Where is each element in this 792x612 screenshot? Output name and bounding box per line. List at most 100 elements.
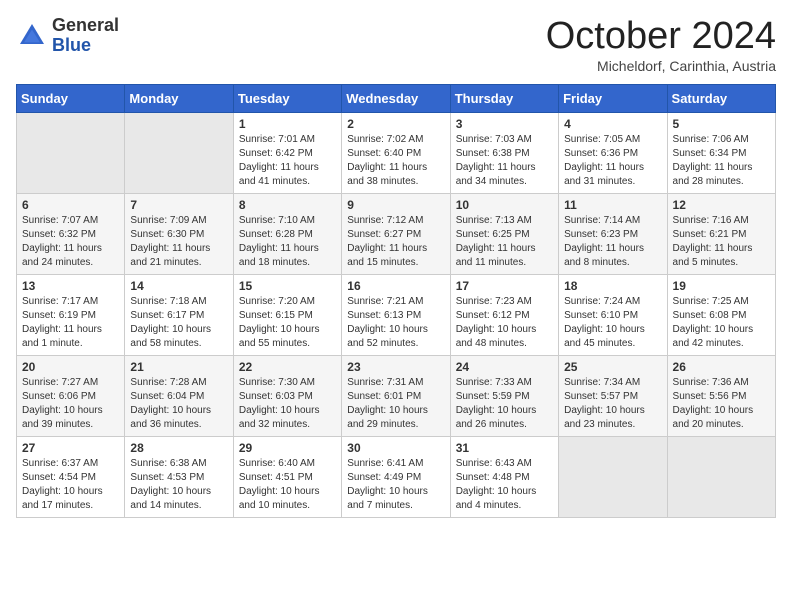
weekday-header: Wednesday [342, 84, 450, 112]
month-title: October 2024 [546, 16, 776, 58]
day-info: Sunrise: 6:43 AM Sunset: 4:48 PM Dayligh… [456, 457, 553, 513]
day-info: Sunrise: 7:09 AM Sunset: 6:30 PM Dayligh… [130, 214, 227, 270]
day-number: 2 [347, 117, 444, 131]
day-number: 1 [239, 117, 336, 131]
calendar-cell: 14 Sunrise: 7:18 AM Sunset: 6:17 PM Dayl… [125, 274, 233, 355]
day-info: Sunrise: 7:36 AM Sunset: 5:56 PM Dayligh… [673, 376, 770, 432]
calendar-cell [559, 436, 667, 517]
day-number: 25 [564, 360, 661, 374]
day-info: Sunrise: 6:40 AM Sunset: 4:51 PM Dayligh… [239, 457, 336, 513]
logo: General Blue [16, 16, 119, 56]
calendar-week-row: 13 Sunrise: 7:17 AM Sunset: 6:19 PM Dayl… [17, 274, 776, 355]
day-number: 12 [673, 198, 770, 212]
day-info: Sunrise: 7:05 AM Sunset: 6:36 PM Dayligh… [564, 133, 661, 189]
calendar-cell: 10 Sunrise: 7:13 AM Sunset: 6:25 PM Dayl… [450, 193, 558, 274]
calendar-cell: 23 Sunrise: 7:31 AM Sunset: 6:01 PM Dayl… [342, 355, 450, 436]
day-info: Sunrise: 7:18 AM Sunset: 6:17 PM Dayligh… [130, 295, 227, 351]
day-number: 29 [239, 441, 336, 455]
calendar-cell [667, 436, 775, 517]
day-info: Sunrise: 7:27 AM Sunset: 6:06 PM Dayligh… [22, 376, 119, 432]
calendar-cell: 7 Sunrise: 7:09 AM Sunset: 6:30 PM Dayli… [125, 193, 233, 274]
day-number: 4 [564, 117, 661, 131]
calendar-cell: 1 Sunrise: 7:01 AM Sunset: 6:42 PM Dayli… [233, 112, 341, 193]
day-info: Sunrise: 7:13 AM Sunset: 6:25 PM Dayligh… [456, 214, 553, 270]
day-number: 16 [347, 279, 444, 293]
day-number: 19 [673, 279, 770, 293]
day-number: 6 [22, 198, 119, 212]
day-info: Sunrise: 7:28 AM Sunset: 6:04 PM Dayligh… [130, 376, 227, 432]
day-number: 30 [347, 441, 444, 455]
day-number: 3 [456, 117, 553, 131]
day-number: 23 [347, 360, 444, 374]
day-number: 31 [456, 441, 553, 455]
calendar-week-row: 1 Sunrise: 7:01 AM Sunset: 6:42 PM Dayli… [17, 112, 776, 193]
day-number: 8 [239, 198, 336, 212]
day-info: Sunrise: 7:31 AM Sunset: 6:01 PM Dayligh… [347, 376, 444, 432]
weekday-header: Monday [125, 84, 233, 112]
calendar-cell: 11 Sunrise: 7:14 AM Sunset: 6:23 PM Dayl… [559, 193, 667, 274]
calendar-cell: 15 Sunrise: 7:20 AM Sunset: 6:15 PM Dayl… [233, 274, 341, 355]
day-number: 15 [239, 279, 336, 293]
logo-text: General Blue [52, 16, 119, 56]
calendar-cell [125, 112, 233, 193]
day-info: Sunrise: 7:03 AM Sunset: 6:38 PM Dayligh… [456, 133, 553, 189]
calendar-cell: 27 Sunrise: 6:37 AM Sunset: 4:54 PM Dayl… [17, 436, 125, 517]
day-number: 24 [456, 360, 553, 374]
calendar-cell: 13 Sunrise: 7:17 AM Sunset: 6:19 PM Dayl… [17, 274, 125, 355]
day-info: Sunrise: 7:34 AM Sunset: 5:57 PM Dayligh… [564, 376, 661, 432]
calendar-cell: 5 Sunrise: 7:06 AM Sunset: 6:34 PM Dayli… [667, 112, 775, 193]
day-info: Sunrise: 7:10 AM Sunset: 6:28 PM Dayligh… [239, 214, 336, 270]
day-info: Sunrise: 7:02 AM Sunset: 6:40 PM Dayligh… [347, 133, 444, 189]
calendar-cell: 26 Sunrise: 7:36 AM Sunset: 5:56 PM Dayl… [667, 355, 775, 436]
calendar-cell: 21 Sunrise: 7:28 AM Sunset: 6:04 PM Dayl… [125, 355, 233, 436]
day-number: 22 [239, 360, 336, 374]
calendar-cell: 17 Sunrise: 7:23 AM Sunset: 6:12 PM Dayl… [450, 274, 558, 355]
day-info: Sunrise: 7:25 AM Sunset: 6:08 PM Dayligh… [673, 295, 770, 351]
day-number: 13 [22, 279, 119, 293]
calendar-cell: 18 Sunrise: 7:24 AM Sunset: 6:10 PM Dayl… [559, 274, 667, 355]
day-number: 11 [564, 198, 661, 212]
day-info: Sunrise: 7:17 AM Sunset: 6:19 PM Dayligh… [22, 295, 119, 351]
day-number: 18 [564, 279, 661, 293]
day-number: 28 [130, 441, 227, 455]
calendar-cell: 24 Sunrise: 7:33 AM Sunset: 5:59 PM Dayl… [450, 355, 558, 436]
day-info: Sunrise: 6:37 AM Sunset: 4:54 PM Dayligh… [22, 457, 119, 513]
weekday-header: Tuesday [233, 84, 341, 112]
page-header: General Blue October 2024 Micheldorf, Ca… [16, 16, 776, 74]
calendar-cell: 16 Sunrise: 7:21 AM Sunset: 6:13 PM Dayl… [342, 274, 450, 355]
day-info: Sunrise: 7:06 AM Sunset: 6:34 PM Dayligh… [673, 133, 770, 189]
day-info: Sunrise: 7:16 AM Sunset: 6:21 PM Dayligh… [673, 214, 770, 270]
day-info: Sunrise: 7:33 AM Sunset: 5:59 PM Dayligh… [456, 376, 553, 432]
day-number: 17 [456, 279, 553, 293]
day-number: 5 [673, 117, 770, 131]
calendar-cell: 12 Sunrise: 7:16 AM Sunset: 6:21 PM Dayl… [667, 193, 775, 274]
calendar-cell: 30 Sunrise: 6:41 AM Sunset: 4:49 PM Dayl… [342, 436, 450, 517]
day-number: 26 [673, 360, 770, 374]
calendar-cell: 19 Sunrise: 7:25 AM Sunset: 6:08 PM Dayl… [667, 274, 775, 355]
calendar-cell: 2 Sunrise: 7:02 AM Sunset: 6:40 PM Dayli… [342, 112, 450, 193]
logo-icon [16, 20, 48, 52]
day-number: 7 [130, 198, 227, 212]
weekday-header: Sunday [17, 84, 125, 112]
calendar-cell: 4 Sunrise: 7:05 AM Sunset: 6:36 PM Dayli… [559, 112, 667, 193]
calendar-cell: 25 Sunrise: 7:34 AM Sunset: 5:57 PM Dayl… [559, 355, 667, 436]
calendar-cell: 31 Sunrise: 6:43 AM Sunset: 4:48 PM Dayl… [450, 436, 558, 517]
day-number: 9 [347, 198, 444, 212]
calendar-header-row: SundayMondayTuesdayWednesdayThursdayFrid… [17, 84, 776, 112]
day-number: 20 [22, 360, 119, 374]
calendar-cell: 20 Sunrise: 7:27 AM Sunset: 6:06 PM Dayl… [17, 355, 125, 436]
calendar-cell: 9 Sunrise: 7:12 AM Sunset: 6:27 PM Dayli… [342, 193, 450, 274]
day-number: 27 [22, 441, 119, 455]
day-info: Sunrise: 7:21 AM Sunset: 6:13 PM Dayligh… [347, 295, 444, 351]
day-info: Sunrise: 7:07 AM Sunset: 6:32 PM Dayligh… [22, 214, 119, 270]
location-subtitle: Micheldorf, Carinthia, Austria [546, 58, 776, 74]
calendar-week-row: 27 Sunrise: 6:37 AM Sunset: 4:54 PM Dayl… [17, 436, 776, 517]
calendar-cell: 6 Sunrise: 7:07 AM Sunset: 6:32 PM Dayli… [17, 193, 125, 274]
day-info: Sunrise: 6:38 AM Sunset: 4:53 PM Dayligh… [130, 457, 227, 513]
weekday-header: Saturday [667, 84, 775, 112]
calendar-cell: 3 Sunrise: 7:03 AM Sunset: 6:38 PM Dayli… [450, 112, 558, 193]
calendar-week-row: 20 Sunrise: 7:27 AM Sunset: 6:06 PM Dayl… [17, 355, 776, 436]
day-info: Sunrise: 7:24 AM Sunset: 6:10 PM Dayligh… [564, 295, 661, 351]
calendar-table: SundayMondayTuesdayWednesdayThursdayFrid… [16, 84, 776, 518]
day-info: Sunrise: 7:20 AM Sunset: 6:15 PM Dayligh… [239, 295, 336, 351]
